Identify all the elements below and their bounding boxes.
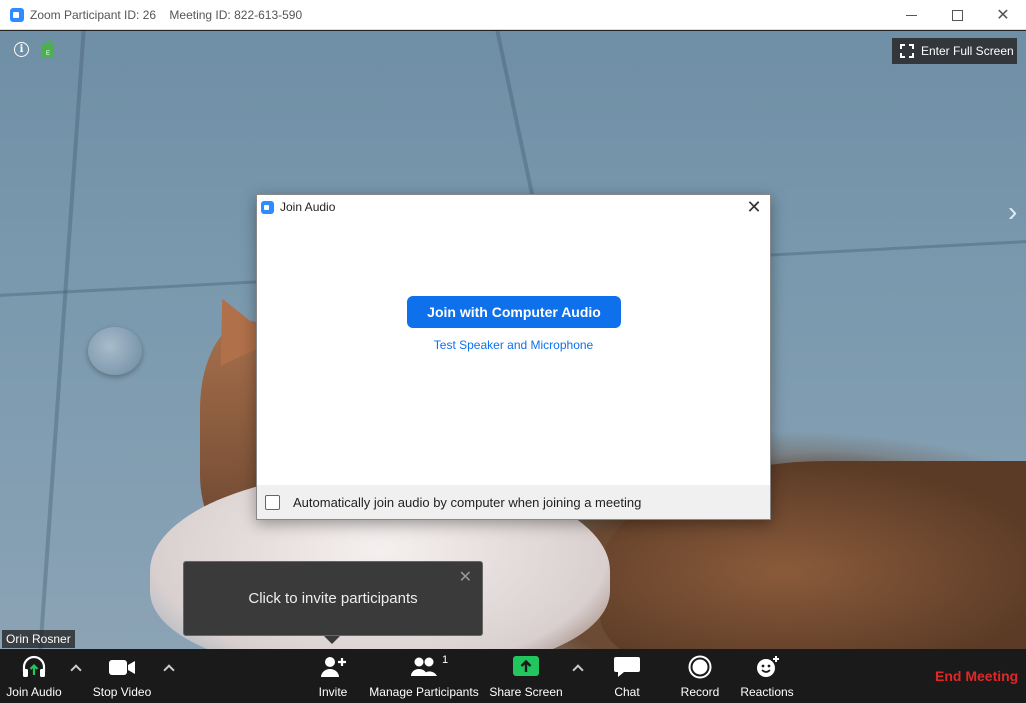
share-screen-button[interactable]: Share Screen (489, 649, 563, 703)
headphones-icon (22, 655, 46, 677)
fullscreen-label: Enter Full Screen (921, 44, 1014, 58)
participant-count-badge: 1 (442, 654, 449, 666)
sofa-seam (38, 31, 86, 649)
record-button[interactable]: Record (678, 649, 722, 703)
dialog-title: Join Audio (280, 200, 336, 214)
manage-participants-button[interactable]: Manage Participants (368, 649, 480, 703)
invite-tooltip: Click to invite participants ✕ (183, 561, 483, 636)
share-screen-icon (513, 656, 539, 676)
close-window-button[interactable]: ✕ (980, 0, 1026, 30)
minimize-button[interactable] (888, 0, 934, 30)
maximize-button[interactable] (934, 0, 980, 30)
participants-icon (411, 657, 437, 676)
dialog-title-bar: Join Audio (257, 195, 770, 219)
enter-fullscreen-button[interactable]: Enter Full Screen (892, 38, 1017, 64)
dialog-footer: Automatically join audio by computer whe… (257, 485, 770, 519)
record-icon (688, 655, 712, 679)
share-options-caret[interactable] (573, 663, 583, 673)
reactions-smiley-icon (757, 656, 779, 677)
dialog-close-button[interactable]: ✕ (744, 197, 764, 217)
meeting-id-text: Meeting ID: 822-613-590 (169, 7, 303, 22)
chat-button[interactable]: Chat (610, 649, 644, 703)
video-options-caret[interactable] (164, 663, 174, 673)
close-icon: ✕ (996, 7, 1010, 24)
auto-join-checkbox[interactable] (265, 494, 280, 510)
minimize-icon (905, 14, 917, 16)
auto-join-label[interactable]: Automatically join audio by computer whe… (293, 495, 641, 510)
zoom-window: Zoom Participant ID: 26 Meeting ID: 822-… (0, 0, 1026, 703)
zoom-app-icon (10, 7, 24, 22)
chat-bubble-icon (614, 657, 640, 677)
fullscreen-icon (900, 44, 914, 58)
end-meeting-button[interactable]: End Meeting (935, 668, 1018, 684)
audio-options-caret[interactable] (71, 663, 81, 673)
reactions-button[interactable]: Reactions (738, 649, 796, 703)
participant-name-tag: Orin Rosner (2, 630, 75, 648)
share-screen-label: Share Screen (489, 685, 563, 699)
join-audio-dialog: Join Audio ✕ Join with Computer Audio Te… (256, 194, 771, 520)
invite-label: Invite (318, 685, 348, 699)
window-title: Zoom Participant ID: 26 Meeting ID: 822-… (30, 8, 312, 22)
close-icon: ✕ (746, 197, 762, 217)
manage-participants-label: Manage Participants (369, 685, 479, 699)
stop-video-label: Stop Video (92, 685, 152, 699)
invite-button[interactable]: Invite (312, 649, 354, 703)
reactions-label: Reactions (740, 685, 794, 699)
meeting-toolbar: Join Audio Stop Video Invite Manage Part… (0, 649, 1026, 703)
stop-video-button[interactable]: Stop Video (90, 649, 154, 703)
join-audio-label: Join Audio (6, 685, 62, 699)
title-bar: Zoom Participant ID: 26 Meeting ID: 822-… (0, 0, 1026, 30)
zoom-app-icon (261, 200, 274, 214)
maximize-icon (951, 9, 963, 21)
chat-label: Chat (614, 685, 640, 699)
encryption-shield-icon[interactable]: E (42, 40, 54, 58)
tooltip-text: Click to invite participants (248, 590, 418, 607)
meeting-info-icon[interactable]: i (14, 42, 29, 57)
add-user-icon (321, 657, 346, 677)
tooltip-close-button[interactable]: ✕ (459, 567, 472, 587)
tooltip-pointer (324, 636, 340, 644)
join-audio-button[interactable]: Join Audio (4, 649, 64, 703)
test-speaker-microphone-link[interactable]: Test Speaker and Microphone (257, 338, 770, 352)
close-icon: ✕ (458, 569, 472, 586)
join-computer-audio-button[interactable]: Join with Computer Audio (407, 296, 621, 328)
record-label: Record (680, 685, 720, 699)
next-page-arrow-icon[interactable]: › (1008, 196, 1017, 228)
video-camera-icon (109, 660, 135, 675)
participant-id-text: Zoom Participant ID: 26 (30, 7, 157, 22)
sofa-button-image (88, 327, 142, 375)
